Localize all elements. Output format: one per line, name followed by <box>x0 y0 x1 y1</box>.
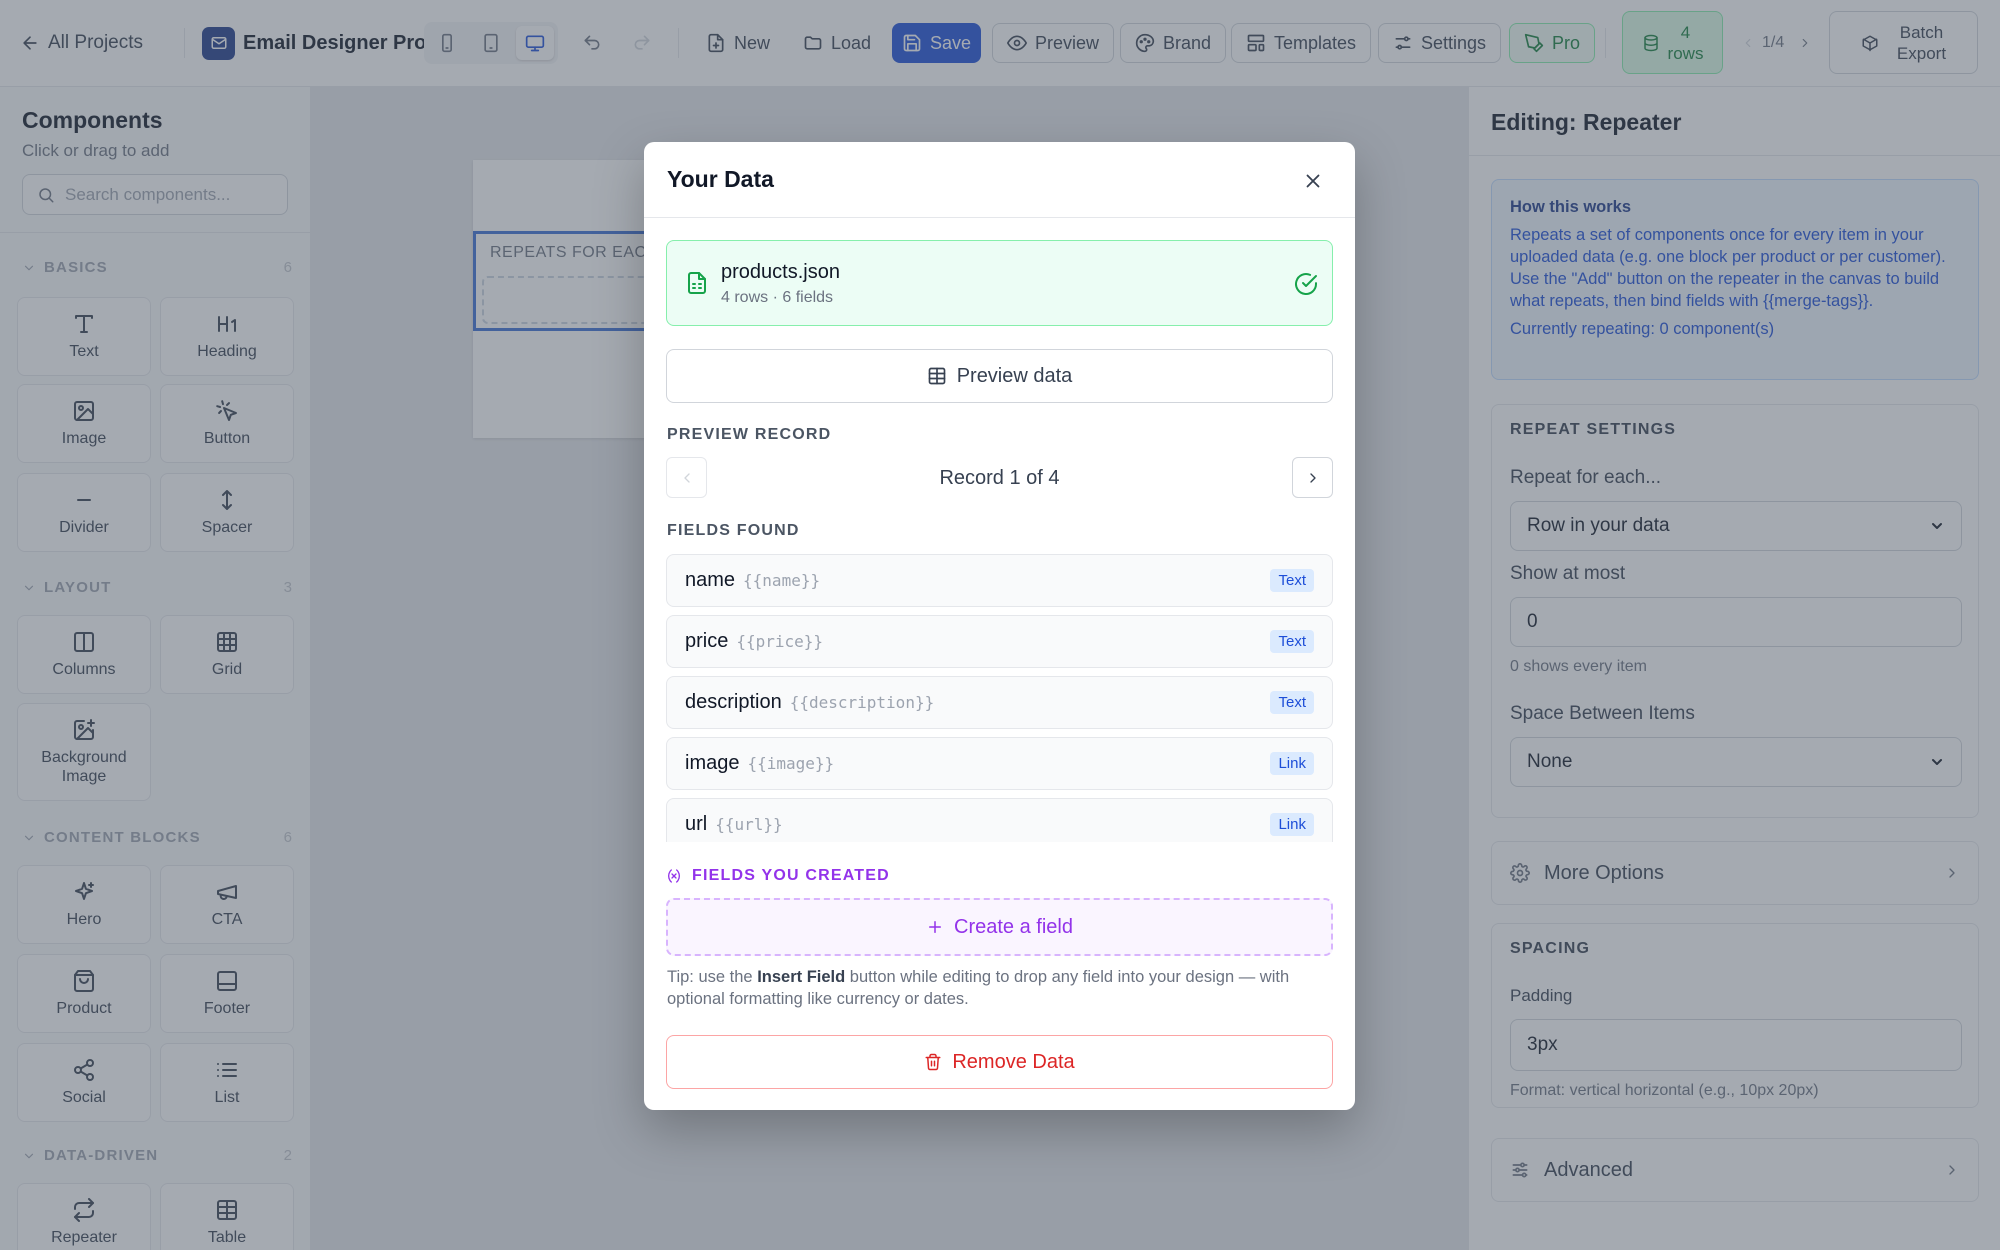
field-type-badge: Link <box>1270 813 1314 836</box>
field-name: description <box>685 691 782 713</box>
field-type-badge: Text <box>1270 630 1314 653</box>
field-name: name <box>685 569 736 591</box>
field-tag: {{name}} <box>743 571 821 590</box>
field-row[interactable]: description {{description}} Text <box>666 676 1333 729</box>
trash-icon <box>925 1053 941 1071</box>
remove-data-button[interactable]: Remove Data <box>666 1035 1333 1089</box>
modal-title: Your Data <box>667 166 774 192</box>
your-data-modal: Your Data products.json 4 rows · 6 field… <box>644 142 1355 1110</box>
preview-data-label: Preview data <box>956 364 1073 387</box>
field-tag: {{image}} <box>747 754 835 773</box>
table-icon <box>928 367 946 385</box>
field-name: url <box>685 813 708 835</box>
created-heading-label: FIELDS YOU CREATED <box>692 867 890 884</box>
field-tag: {{url}} <box>715 815 783 834</box>
insert-field-tip: Tip: use the Insert Field button while e… <box>667 966 1327 1010</box>
data-file-card: products.json 4 rows · 6 fields <box>666 240 1333 326</box>
field-name: image <box>685 752 740 774</box>
fields-created-heading: FIELDS YOU CREATED <box>666 867 890 885</box>
tip-prefix: Tip: use the <box>667 968 758 986</box>
close-button[interactable] <box>1298 166 1328 196</box>
field-row[interactable]: url {{url}} Link <box>666 798 1333 842</box>
field-type-badge: Text <box>1270 569 1314 592</box>
tip-bold: Insert Field <box>757 968 846 986</box>
file-meta: 4 rows · 6 fields <box>721 289 834 306</box>
field-row[interactable]: image {{image}} Link <box>666 737 1333 790</box>
plus-icon <box>929 921 942 933</box>
field-row[interactable]: name {{name}} Text <box>666 554 1333 607</box>
chevron-right-icon <box>1309 472 1316 483</box>
check-circle-icon <box>1295 273 1317 296</box>
field-name: price <box>685 630 729 652</box>
field-tag: {{description}} <box>789 693 935 712</box>
next-record-button[interactable] <box>1292 457 1333 498</box>
remove-data-label: Remove Data <box>952 1050 1075 1073</box>
create-field-button[interactable]: Create a field <box>666 898 1333 956</box>
fields-list[interactable]: name {{name}} Text price {{price}} Text … <box>666 554 1333 842</box>
record-indicator: Record 1 of 4 <box>939 467 1060 489</box>
field-type-badge: Text <box>1270 691 1314 714</box>
field-row[interactable]: price {{price}} Text <box>666 615 1333 668</box>
field-type-badge: Link <box>1270 752 1314 775</box>
field-tag: {{price}} <box>736 632 824 651</box>
variable-icon <box>668 869 680 883</box>
file-spreadsheet-icon <box>688 272 706 294</box>
preview-record-heading: PREVIEW RECORD <box>667 426 832 443</box>
file-name: products.json <box>721 261 840 283</box>
fields-found-heading: FIELDS FOUND <box>667 522 800 539</box>
create-field-label: Create a field <box>954 915 1073 938</box>
preview-data-button[interactable]: Preview data <box>666 349 1333 403</box>
close-icon <box>1306 174 1320 188</box>
